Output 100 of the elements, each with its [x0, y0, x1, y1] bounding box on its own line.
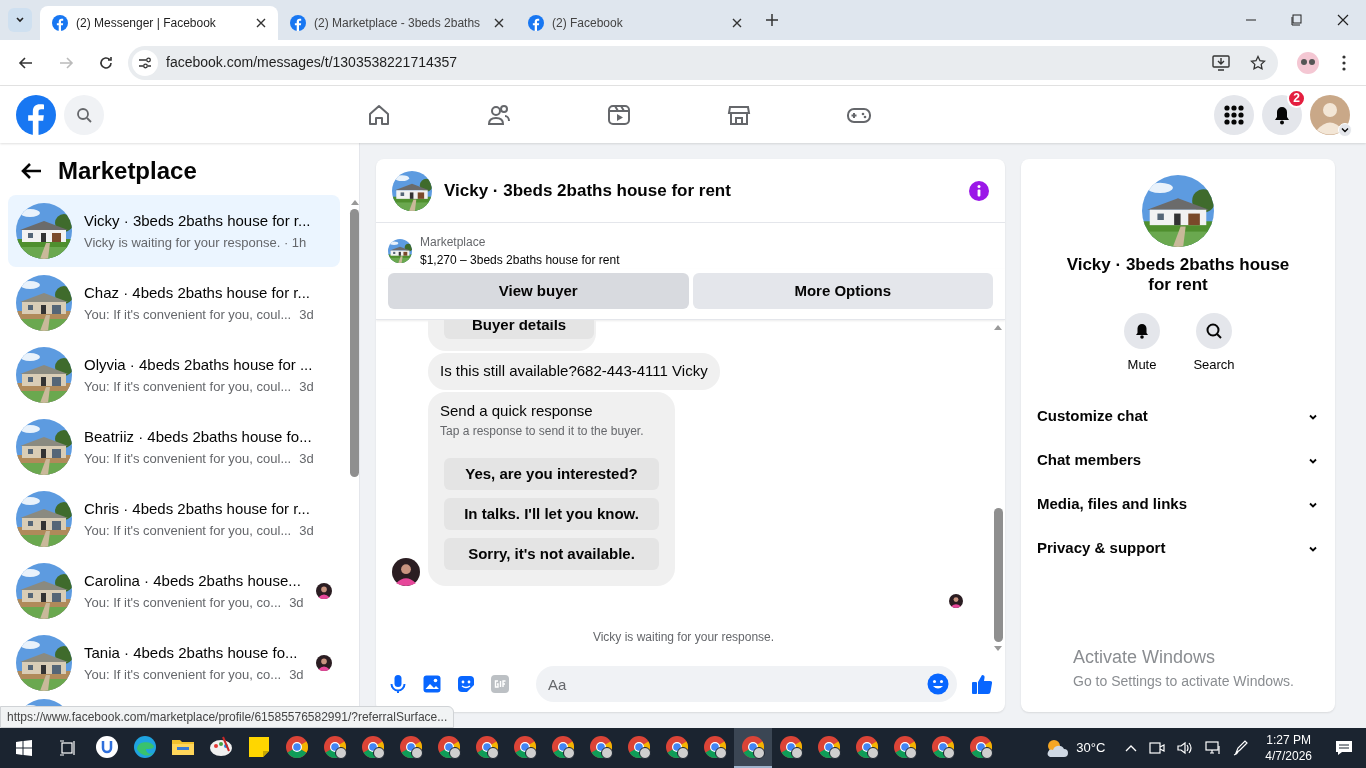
- menu-icon[interactable]: [1342, 54, 1346, 71]
- windows-icon: [16, 740, 32, 756]
- message-preview: You: If it's convenient for you, coul...: [84, 305, 292, 324]
- caret-icon: [15, 15, 25, 25]
- taskbar-app[interactable]: [734, 728, 772, 768]
- chrome-icon: [589, 735, 613, 759]
- apps-grid-icon: [1224, 104, 1244, 125]
- seen-avatar: [949, 594, 963, 608]
- action-label: Mute: [1127, 356, 1157, 374]
- message-input[interactable]: Aa: [536, 666, 957, 702]
- conversation-name: Olyvia · 4beds 2baths house for ...: [84, 355, 314, 375]
- info-icon[interactable]: [969, 180, 989, 201]
- plus-icon: [766, 14, 778, 26]
- url-text: facebook.com/messages/t/1303538221714357: [166, 53, 459, 72]
- chat-title: Vicky · 3beds 2baths house for rent: [444, 179, 732, 202]
- sticky-note-icon: [247, 735, 271, 759]
- message-bubble: Is this still available?682-443-4111 Vicky: [428, 353, 720, 390]
- star-icon[interactable]: [1250, 54, 1266, 71]
- bell-icon: [1272, 104, 1292, 125]
- message-preview: Vicky is waiting for your response. · 1h: [84, 233, 307, 252]
- listing-button[interactable]: View buyer: [388, 273, 689, 309]
- chrome-icon: [437, 735, 461, 759]
- search-button[interactable]: [1196, 313, 1232, 349]
- listing-label: Marketplace: [420, 234, 487, 251]
- tab-title: (2) Facebook: [552, 15, 624, 32]
- back-arrow-icon[interactable]: [20, 162, 42, 180]
- emoji-icon[interactable]: [927, 673, 949, 695]
- chrome-icon: [399, 735, 423, 759]
- video-icon: [607, 102, 631, 127]
- link-preview: https://www.facebook.com/marketplace/profile/61585576582991/?referralSurface...: [0, 706, 455, 728]
- listing-button[interactable]: More Options: [692, 273, 993, 309]
- volume-icon[interactable]: [1177, 740, 1194, 756]
- browser-tab[interactable]: (2) Facebook: [516, 6, 754, 40]
- thumbs-up-icon[interactable]: [971, 673, 993, 695]
- quick-reply-button[interactable]: In talks. I'll let you know.: [444, 498, 659, 530]
- chrome-icon: [627, 735, 651, 759]
- conversation-name: Chaz · 4beds 2baths house for r...: [84, 283, 311, 303]
- close-icon[interactable]: [494, 18, 504, 28]
- chrome-icon: [361, 735, 385, 759]
- browser-tab[interactable]: (2) Messenger | Facebook: [40, 6, 278, 40]
- chrome-icon: [475, 735, 499, 759]
- site-info-button[interactable]: [132, 49, 158, 76]
- image-icon[interactable]: [422, 674, 442, 694]
- message-preview: You: If it's convenient for you, coul...: [84, 521, 292, 540]
- tab-search-button[interactable]: [8, 8, 32, 32]
- quick-reply-button[interactable]: Sorry, it's not available.: [444, 538, 659, 570]
- scroll-up-icon: [994, 324, 1002, 330]
- home-icon: [367, 102, 391, 127]
- details-section[interactable]: Media, files and links: [1029, 482, 1327, 527]
- chrome-icon: [703, 735, 727, 759]
- camera-icon[interactable]: [1149, 740, 1166, 756]
- listing-title: $1,270 – 3beds 2baths house for rent: [420, 252, 620, 269]
- pen-icon[interactable]: [1233, 740, 1250, 756]
- message-preview: You: If it's convenient for you, co...: [84, 665, 282, 684]
- install-icon[interactable]: [1212, 54, 1230, 71]
- menu-button[interactable]: [1214, 94, 1254, 135]
- temperature: 30°C: [1076, 739, 1106, 758]
- search-icon: [76, 106, 92, 123]
- details-section[interactable]: Privacy & support: [1029, 526, 1327, 571]
- close-icon[interactable]: [732, 18, 742, 28]
- details-section[interactable]: Customize chat: [1029, 394, 1327, 439]
- microphone-icon[interactable]: [388, 674, 408, 694]
- section-label: Privacy & support: [1037, 538, 1167, 559]
- edge-icon: [133, 735, 157, 759]
- reload-icon: [98, 54, 114, 71]
- facebook-logo-icon[interactable]: [16, 94, 56, 135]
- chrome-icon: [779, 735, 803, 759]
- waiting-status: Vicky is waiting for your response.: [592, 629, 775, 646]
- palette-icon: [209, 735, 233, 759]
- tab-title: (2) Marketplace - 3beds 2baths: [314, 15, 482, 32]
- chrome-icon: [323, 735, 347, 759]
- chrome-icon: [741, 735, 765, 759]
- sticker-icon[interactable]: [456, 674, 476, 694]
- section-label: Chat members: [1037, 450, 1143, 471]
- address-bar[interactable]: facebook.com/messages/t/1303538221714357: [128, 45, 1278, 80]
- sender-avatar: [392, 558, 420, 586]
- maximize-icon: [1291, 14, 1303, 26]
- tab-title: (2) Messenger | Facebook: [76, 15, 217, 32]
- chevron-up-icon[interactable]: [1125, 744, 1138, 752]
- scrollbar-thumb[interactable]: [993, 508, 1003, 642]
- task-view-icon: [59, 740, 77, 756]
- close-icon: [1337, 14, 1349, 26]
- action-label: Search: [1193, 356, 1235, 374]
- inbox-title: Marketplace: [58, 156, 197, 186]
- message-time: 3d: [299, 521, 314, 540]
- details-section[interactable]: Chat members: [1029, 438, 1327, 483]
- close-icon[interactable]: [256, 18, 266, 28]
- facebook-logo-icon: [52, 15, 68, 31]
- quick-reply-button[interactable]: Yes, are you interested?: [444, 458, 659, 490]
- conversation-name: Carolina · 4beds 2baths house...: [84, 571, 302, 591]
- scroll-down-icon: [994, 646, 1002, 652]
- browser-tab[interactable]: (2) Marketplace - 3beds 2baths: [278, 6, 516, 40]
- conversation-name: Tania · 4beds 2baths house fo...: [84, 643, 299, 663]
- mute-button[interactable]: [1124, 313, 1160, 349]
- message-preview: You: If it's convenient for you, co...: [84, 593, 282, 612]
- scrollbar-thumb[interactable]: [350, 209, 359, 477]
- network-icon[interactable]: [1205, 740, 1222, 756]
- conversation-item[interactable]: Vicky · 3beds 2baths house for r... Vicky is waiting for your response. · 1h: [8, 195, 340, 267]
- chrome-icon: [931, 735, 955, 759]
- forward-icon: [58, 54, 74, 71]
